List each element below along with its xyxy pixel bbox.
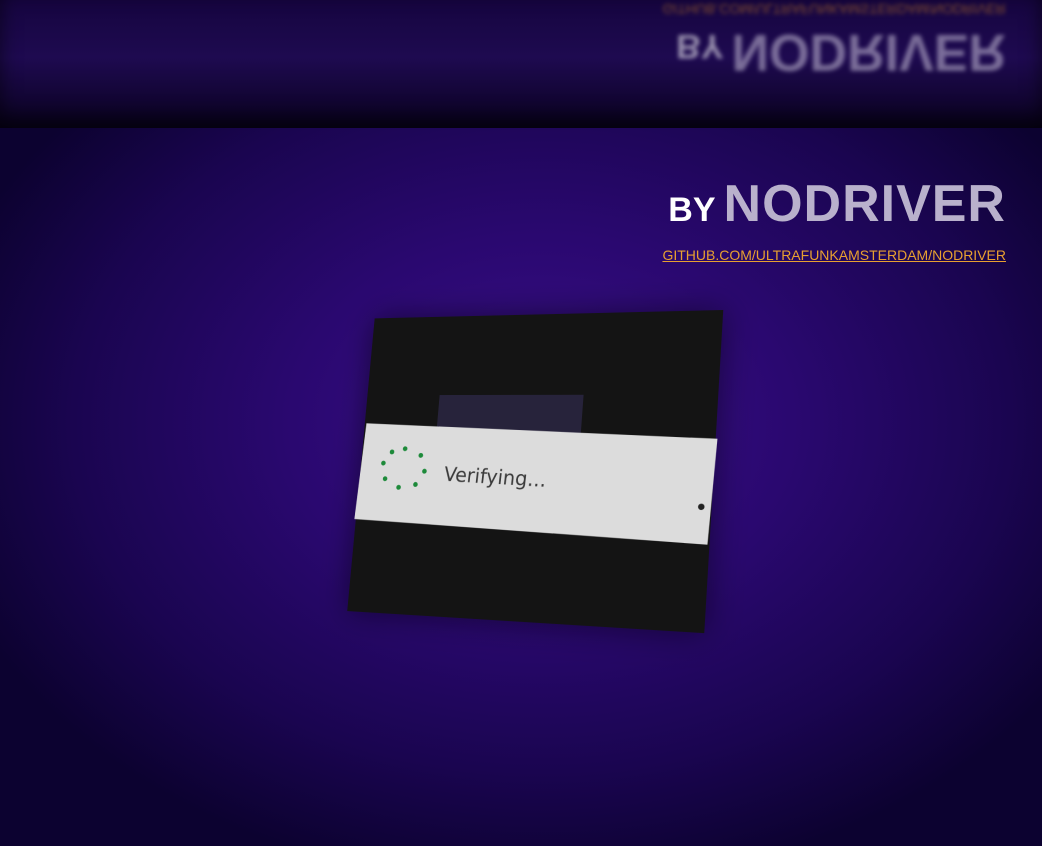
verifying-status: Verifying... bbox=[442, 462, 548, 492]
reflection-link: GITHUB.COM/ULTRAFUNKAMSTERDAM/NODRIVER bbox=[662, 1, 1006, 17]
brand-name: NODRIVER bbox=[723, 175, 1006, 233]
brand-block: BY NODRIVER GITHUB.COM/ULTRAFUNKAMSTERDAM… bbox=[662, 176, 1006, 263]
github-link[interactable]: GITHUB.COM/ULTRAFUNKAMSTERDAM/NODRIVER bbox=[662, 247, 1006, 263]
title-reflection: BY NODRIVER GITHUB.COM/ULTRAFUNKAMSTERDAM… bbox=[0, 0, 1042, 128]
reflection-name: NODRIVER bbox=[731, 23, 1006, 81]
widget-dot bbox=[697, 503, 705, 511]
captcha-widget[interactable]: Verifying... bbox=[347, 309, 724, 634]
page: BY NODRIVER GITHUB.COM/ULTRAFUNKAMSTERDAM… bbox=[0, 0, 1042, 846]
captcha-scene: Verifying... bbox=[330, 300, 740, 634]
brand-title: BY NODRIVER bbox=[662, 176, 1006, 245]
brand-by-label: BY bbox=[668, 191, 716, 229]
reflection-by: BY bbox=[676, 27, 724, 65]
reflection-text: BY NODRIVER GITHUB.COM/ULTRAFUNKAMSTERDAM… bbox=[662, 0, 1006, 81]
reflection-title: BY NODRIVER bbox=[662, 18, 1006, 81]
verify-bar[interactable]: Verifying... bbox=[354, 423, 718, 545]
loading-spinner-icon bbox=[378, 445, 430, 490]
